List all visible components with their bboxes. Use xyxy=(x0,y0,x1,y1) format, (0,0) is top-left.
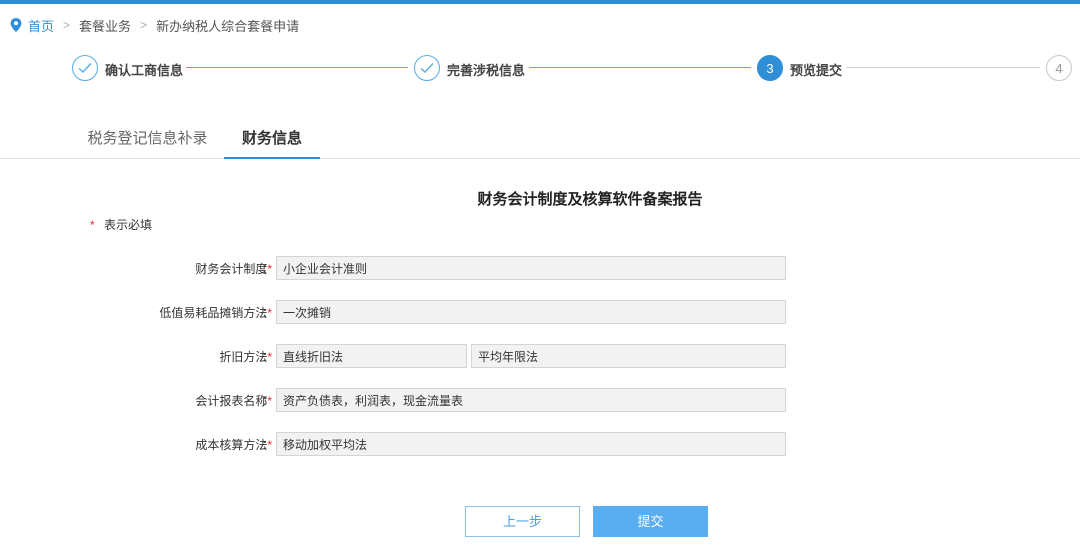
form-row-cost-method: 成本核算方法* ： xyxy=(0,432,1080,456)
step-connector xyxy=(529,67,751,68)
label-colon: ： xyxy=(262,306,275,320)
field-label-text: 财务会计制度 xyxy=(195,262,268,276)
label-colon: ： xyxy=(262,438,275,452)
tab-tax-registration[interactable]: 税务登记信息补录 xyxy=(80,124,215,159)
required-note-text: 表示必填 xyxy=(104,218,153,232)
progress-steps: 确认工商信息 完善涉税信息 3 预览提交 4 xyxy=(0,54,1080,82)
field-label-text: 会计报表名称 xyxy=(195,394,268,408)
field-label-text: 成本核算方法 xyxy=(195,438,268,452)
breadcrumb-separator: > xyxy=(63,18,71,32)
form-row-accounting-system: 财务会计制度* ： xyxy=(0,256,1080,280)
cost-method-field[interactable] xyxy=(276,432,786,456)
top-accent-bar xyxy=(0,0,1080,4)
breadcrumb-home-link[interactable]: 首页 xyxy=(28,16,54,35)
form-row-amortization-method: 低值易耗品摊销方法* ： xyxy=(0,300,1080,324)
step-connector xyxy=(846,67,1040,68)
report-names-field[interactable] xyxy=(276,388,786,412)
step-3-label: 预览提交 xyxy=(790,63,843,78)
amortization-method-field[interactable] xyxy=(276,300,786,324)
required-note: * 表示必填 xyxy=(90,216,152,233)
tab-financial-info[interactable]: 财务信息 xyxy=(224,124,320,159)
accounting-system-field[interactable] xyxy=(276,256,786,280)
depreciation-calc-field[interactable] xyxy=(471,344,786,368)
required-star: * xyxy=(90,218,95,232)
location-pin-icon xyxy=(10,18,22,32)
label-colon: ： xyxy=(262,262,275,276)
breadcrumb: 首页 > 套餐业务 > 新办纳税人综合套餐申请 xyxy=(10,16,299,34)
label-colon: ： xyxy=(262,394,275,408)
tab-bar: 税务登记信息补录 财务信息 xyxy=(0,124,1080,159)
submit-button[interactable]: 提交 xyxy=(593,506,708,537)
label-colon: ： xyxy=(262,350,275,364)
breadcrumb-package-business[interactable]: 套餐业务 xyxy=(79,16,131,35)
field-label-text: 折旧方法 xyxy=(219,350,268,364)
field-label: 低值易耗品摊销方法* xyxy=(159,304,272,321)
step-2-label: 完善涉税信息 xyxy=(447,63,526,78)
field-label: 成本核算方法* xyxy=(195,436,272,453)
breadcrumb-separator: > xyxy=(140,18,148,32)
step-2-check-icon xyxy=(414,55,440,81)
step-1-check-icon xyxy=(72,55,98,81)
field-label: 财务会计制度* xyxy=(195,260,272,277)
form-row-depreciation-method: 折旧方法* ： xyxy=(0,344,1080,368)
breadcrumb-current-page: 新办纳税人综合套餐申请 xyxy=(156,18,300,34)
previous-step-button[interactable]: 上一步 xyxy=(465,506,580,537)
step-4-number: 4 xyxy=(1046,55,1072,81)
step-1-label: 确认工商信息 xyxy=(105,63,184,78)
field-label-text: 低值易耗品摊销方法 xyxy=(159,306,268,320)
depreciation-method-field[interactable] xyxy=(276,344,467,368)
form-row-report-names: 会计报表名称* ： xyxy=(0,388,1080,412)
field-label: 会计报表名称* xyxy=(195,392,272,409)
form-title: 财务会计制度及核算软件备案报告 xyxy=(477,191,703,208)
step-connector xyxy=(186,67,408,68)
step-3-number: 3 xyxy=(757,55,783,81)
